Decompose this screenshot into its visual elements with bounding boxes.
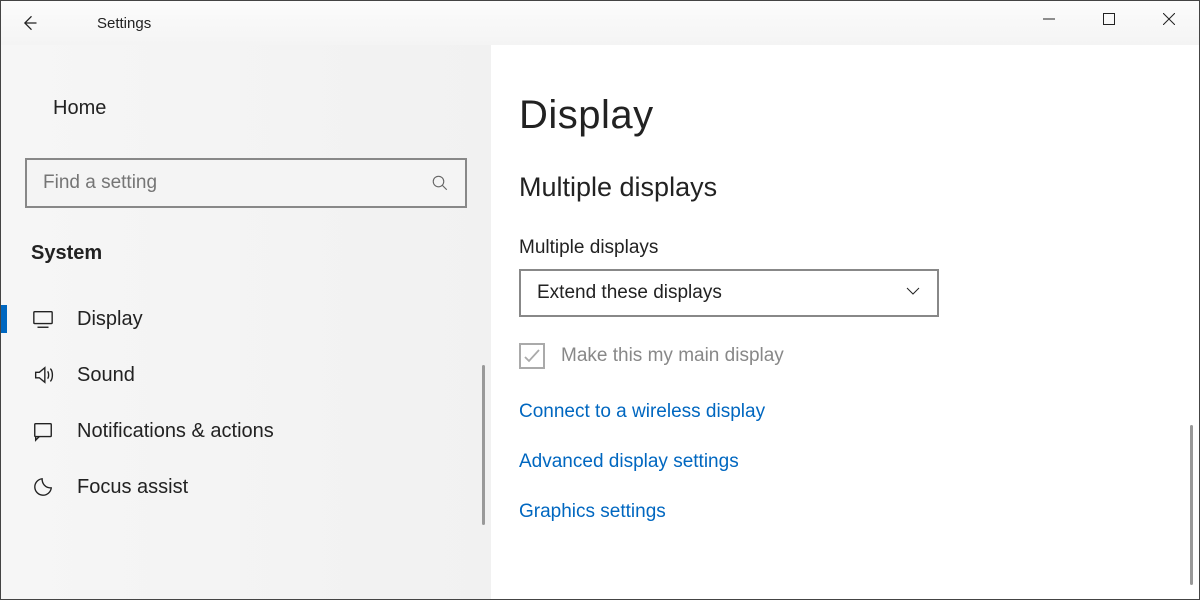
- sidebar-item-label: Display: [77, 308, 143, 331]
- notifications-icon: [31, 419, 55, 443]
- search-input[interactable]: [43, 172, 431, 194]
- display-icon: [31, 307, 55, 331]
- sound-icon: [31, 363, 55, 387]
- sidebar-scrollbar[interactable]: [482, 365, 485, 525]
- close-icon: [1163, 13, 1175, 25]
- sidebar: Home System Display Sound: [1, 45, 491, 599]
- maximize-icon: [1103, 13, 1115, 25]
- sidebar-item-sound[interactable]: Sound: [1, 347, 491, 403]
- checkmark-icon: [523, 347, 541, 365]
- section-title: Multiple displays: [519, 172, 1199, 203]
- sidebar-item-label: Focus assist: [77, 476, 188, 499]
- main-display-checkbox[interactable]: Make this my main display: [519, 343, 1199, 369]
- search-icon: [431, 174, 449, 192]
- page-title: Display: [519, 93, 1199, 138]
- window-controls: [1019, 1, 1199, 37]
- sidebar-section-label: System: [31, 242, 491, 265]
- sidebar-item-display[interactable]: Display: [1, 291, 491, 347]
- minimize-button[interactable]: [1019, 1, 1079, 37]
- content-pane: Display Multiple displays Multiple displ…: [491, 45, 1199, 599]
- arrow-left-icon: [19, 13, 39, 33]
- sidebar-item-label: Notifications & actions: [77, 420, 274, 443]
- link-graphics-settings[interactable]: Graphics settings: [519, 501, 1199, 523]
- sidebar-item-notifications[interactable]: Notifications & actions: [1, 403, 491, 459]
- link-connect-wireless[interactable]: Connect to a wireless display: [519, 401, 1199, 423]
- titlebar: Settings: [1, 1, 1199, 45]
- window-title: Settings: [97, 15, 151, 32]
- maximize-button[interactable]: [1079, 1, 1139, 37]
- sidebar-item-focus-assist[interactable]: Focus assist: [1, 459, 491, 515]
- focus-assist-icon: [31, 475, 55, 499]
- sidebar-nav: Display Sound Notifications & actions: [1, 291, 491, 515]
- back-button[interactable]: [7, 1, 51, 45]
- close-button[interactable]: [1139, 1, 1199, 37]
- multiple-displays-dropdown[interactable]: Extend these displays: [519, 269, 939, 317]
- chevron-down-icon: [905, 283, 921, 304]
- sidebar-home[interactable]: Home: [1, 85, 491, 132]
- link-advanced-display[interactable]: Advanced display settings: [519, 451, 1199, 473]
- minimize-icon: [1043, 13, 1055, 25]
- checkbox-box: [519, 343, 545, 369]
- sidebar-item-label: Sound: [77, 364, 135, 387]
- checkbox-label: Make this my main display: [561, 345, 784, 367]
- dropdown-value: Extend these displays: [537, 282, 722, 304]
- dropdown-label: Multiple displays: [519, 237, 1199, 259]
- content-scrollbar[interactable]: [1190, 425, 1193, 585]
- search-box[interactable]: [25, 158, 467, 208]
- sidebar-home-label: Home: [53, 97, 106, 120]
